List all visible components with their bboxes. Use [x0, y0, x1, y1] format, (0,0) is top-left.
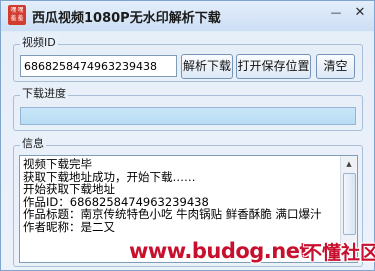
parse-download-button[interactable]: 解析下载 [181, 54, 233, 79]
open-save-location-button[interactable]: 打开保存位置 [236, 54, 311, 79]
clear-button[interactable]: 清空 [316, 54, 355, 79]
logo-char: 嘿 [10, 7, 17, 14]
window-title: 西瓜视频1080P无水印解析下载 [32, 11, 221, 26]
logo-char: 嘿 [17, 7, 24, 14]
log-line: 视频下载完毕 [23, 158, 92, 171]
log-line: 作者昵称：是二又 [23, 220, 115, 234]
close-button[interactable]: ✕ [349, 3, 371, 23]
video-id-label: 视频ID [20, 36, 58, 50]
log-line: 作品ID：6868258474963239438 [23, 195, 209, 209]
log-line: 作品标题：南京传统特色小吃 牛肉锅贴 鲜香酥脆 满口爆汁 [23, 208, 322, 221]
app-logo-icon: 嘿 嘿 羞 羞 [8, 5, 26, 25]
minimize-button[interactable]: — [325, 3, 347, 23]
info-log[interactable]: 视频下载完毕 获取下载地址成功，开始下载…… 开始获取下载地址 作品ID：686825… [19, 155, 358, 263]
logo-char: 羞 [10, 15, 17, 22]
video-id-group: 视频ID 解析下载 打开保存位置 清空 [13, 36, 363, 82]
app-window: 嘿 嘿 羞 羞 西瓜视频1080P无水印解析下载 — ✕ 视频ID 解析下载 打… [0, 0, 375, 271]
video-id-input[interactable] [20, 55, 177, 77]
title-bar[interactable]: 嘿 嘿 羞 羞 西瓜视频1080P无水印解析下载 — ✕ [1, 1, 374, 31]
log-line: 获取下载地址成功，开始下载…… [23, 170, 196, 184]
download-progress-label: 下载进度 [20, 87, 68, 101]
vertical-scrollbar[interactable]: ▲ [340, 156, 357, 262]
info-label: 信息 [20, 137, 46, 151]
download-progress-group: 下载进度 [13, 87, 363, 131]
scroll-up-icon[interactable]: ▲ [341, 156, 357, 172]
log-lines: 视频下载完毕 获取下载地址成功，开始下载…… 开始获取下载地址 作品ID：686825… [23, 158, 341, 234]
logo-char: 羞 [17, 15, 24, 22]
info-group: 信息 视频下载完毕 获取下载地址成功，开始下载…… 开始获取下载地址 作品ID：686… [13, 137, 363, 267]
download-progress-bar [20, 107, 356, 125]
scroll-thumb[interactable] [343, 173, 356, 235]
log-line: 开始获取下载地址 [23, 183, 115, 196]
